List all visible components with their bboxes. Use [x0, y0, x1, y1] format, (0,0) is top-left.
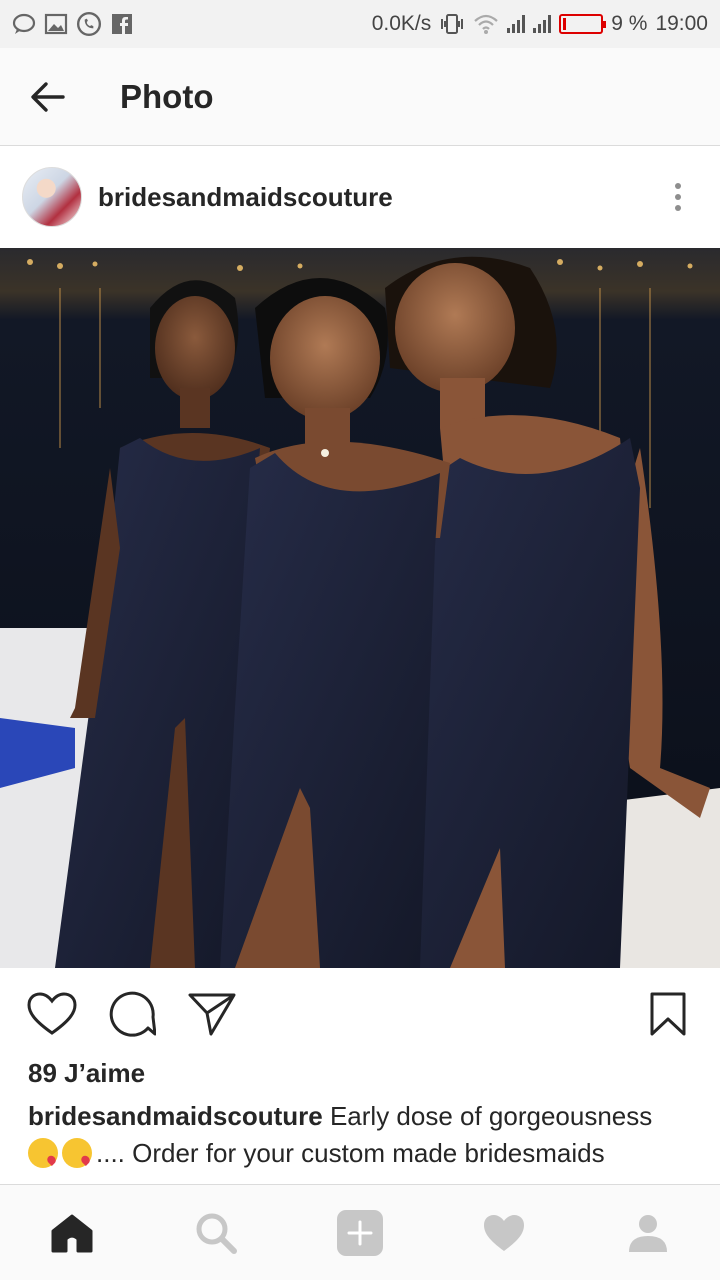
dot-icon: [675, 205, 681, 211]
battery-percent: 9 %: [611, 12, 648, 35]
save-button[interactable]: [640, 986, 696, 1042]
comment-button[interactable]: [104, 986, 160, 1042]
share-button[interactable]: [184, 986, 240, 1042]
profile-icon: [629, 1214, 667, 1252]
nav-activity[interactable]: [464, 1193, 544, 1273]
facebook-icon: [112, 14, 132, 34]
battery-icon: [559, 14, 607, 34]
vibrate-icon: [441, 14, 464, 34]
app-header: Photo: [0, 48, 720, 146]
caption-text: Early dose of gorgeousness: [322, 1101, 653, 1131]
nav-home[interactable]: [32, 1193, 112, 1273]
like-button[interactable]: [24, 986, 80, 1042]
dot-icon: [675, 183, 681, 189]
more-options-button[interactable]: [658, 167, 698, 227]
search-icon: [196, 1213, 237, 1254]
whatsapp-icon: [76, 11, 102, 37]
kissing-face-emoji: [62, 1138, 92, 1168]
wifi-icon: [474, 14, 498, 34]
signal-icon-2: [533, 15, 552, 33]
heart-icon: [27, 992, 77, 1035]
comment-icon: [109, 991, 156, 1037]
message-icon: [12, 13, 36, 34]
post-photo[interactable]: [0, 248, 720, 968]
arrow-left-icon: [31, 81, 65, 112]
share-icon: [188, 993, 236, 1036]
add-icon: [337, 1209, 383, 1256]
kissing-face-emoji: [28, 1138, 58, 1168]
bottom-navigation: [0, 1184, 720, 1280]
page-title: Photo: [120, 77, 214, 115]
likes-count[interactable]: 89 J’aime: [28, 1058, 145, 1089]
signal-icon: [507, 15, 526, 33]
dot-icon: [675, 194, 681, 200]
caption-username[interactable]: bridesandmaidscouture: [28, 1101, 323, 1131]
post-header: bridesandmaidscouture: [0, 146, 720, 248]
clock: 19:00: [655, 12, 708, 35]
post-actions: [0, 968, 720, 1060]
gallery-icon: [44, 13, 68, 35]
nav-profile[interactable]: [608, 1193, 688, 1273]
post-username[interactable]: bridesandmaidscouture: [98, 182, 658, 213]
network-speed: 0.0K/s: [371, 12, 432, 35]
post-caption: bridesandmaidscouture Early dose of gorg…: [28, 1098, 692, 1184]
activity-heart-icon: [484, 1214, 524, 1251]
status-bar: 0.0K/s 9 % 19:00: [0, 0, 720, 48]
home-icon: [51, 1214, 93, 1252]
nav-add[interactable]: [320, 1193, 400, 1273]
avatar[interactable]: [22, 167, 82, 227]
back-button[interactable]: [0, 48, 96, 146]
notification-icons: [12, 11, 134, 37]
caption-text-continued: .... Order for your custom made bridesma…: [96, 1138, 605, 1168]
nav-search[interactable]: [176, 1193, 256, 1273]
bookmark-icon: [650, 992, 686, 1036]
